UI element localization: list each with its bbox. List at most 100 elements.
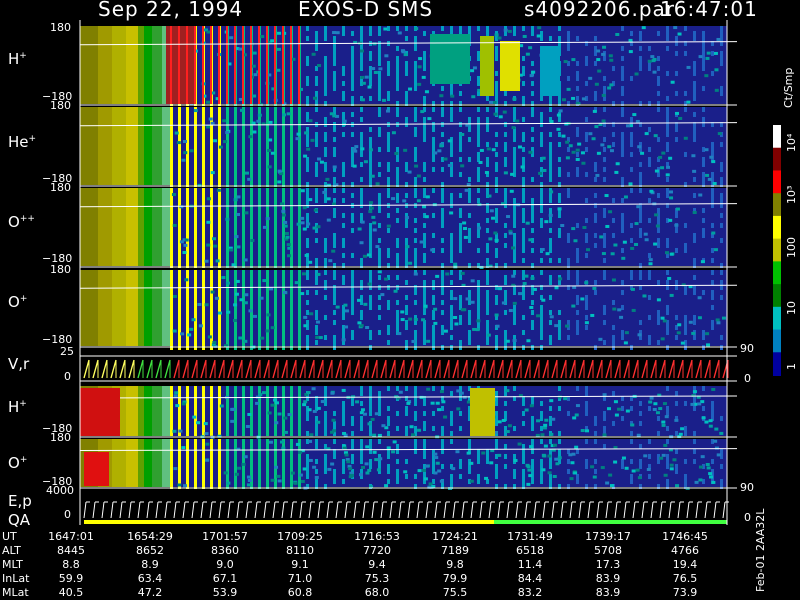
- heat-cell: [495, 56, 498, 61]
- heat-cell: [360, 315, 363, 320]
- heat-cell: [194, 335, 197, 340]
- heat-cell: [526, 339, 531, 343]
- heat-cell: [192, 415, 197, 419]
- heat-cell: [603, 416, 606, 421]
- heat-cell: [585, 429, 590, 433]
- heat-cell: [194, 253, 197, 258]
- heat-cell: [274, 305, 277, 310]
- heat-cell: [630, 31, 633, 36]
- heat-cell: [684, 315, 687, 320]
- heat-cell: [170, 112, 173, 117]
- heat-cell: [213, 139, 218, 143]
- heat-cell: [178, 444, 181, 449]
- heat-cell: [372, 228, 377, 232]
- heat-cell: [290, 228, 293, 233]
- heat-cell: [306, 300, 309, 305]
- heat-cell: [522, 454, 525, 459]
- heat-cell: [630, 137, 633, 142]
- heat-cell: [266, 416, 269, 421]
- band: [80, 26, 98, 104]
- panel-label-h-plus: H+: [8, 50, 27, 68]
- heat-cell: [642, 294, 647, 298]
- heat-cell: [274, 223, 277, 228]
- heat-cell: [513, 238, 516, 243]
- heat-cell: [298, 248, 301, 253]
- heat-cell: [486, 26, 489, 31]
- heat-cell: [172, 223, 177, 227]
- heat-cell: [468, 335, 471, 340]
- heat-cell: [561, 134, 566, 138]
- heat-cell: [258, 198, 261, 203]
- heat-cell: [324, 56, 327, 61]
- heat-cell: [202, 122, 205, 127]
- heat-cell: [360, 117, 363, 122]
- red-streak: [274, 26, 276, 104]
- heat-cell: [680, 341, 685, 345]
- band: [152, 439, 162, 487]
- heat-cell: [378, 147, 381, 152]
- heat-cell: [531, 300, 534, 305]
- heat-cell: [513, 310, 516, 315]
- heat-cell: [194, 198, 197, 203]
- heat-cell: [549, 167, 552, 172]
- heat-cell: [396, 238, 399, 243]
- heat-cell: [702, 86, 705, 91]
- heat-cell: [594, 431, 597, 436]
- heat-cell: [691, 154, 696, 158]
- heat-cell: [702, 233, 705, 238]
- heat-cell: [522, 198, 525, 203]
- heat-cell: [242, 233, 245, 238]
- heat-cell: [206, 125, 211, 129]
- heat-cell: [387, 132, 390, 137]
- heat-cell: [555, 462, 560, 466]
- heat-cell: [298, 228, 301, 233]
- heat-cell: [432, 386, 435, 391]
- heat-cell: [178, 335, 181, 340]
- heat-cell: [205, 458, 210, 462]
- heat-cell: [367, 282, 372, 286]
- heat-cell: [342, 167, 345, 172]
- heat-cell: [549, 107, 552, 112]
- heat-cell: [342, 479, 345, 484]
- heat-cell: [396, 61, 399, 66]
- heat-cell: [639, 31, 642, 36]
- heat-cell: [266, 107, 269, 112]
- heat-cell: [566, 87, 571, 91]
- heat-cell: [258, 421, 261, 426]
- heat-cell: [202, 474, 205, 479]
- heat-cell: [178, 233, 181, 238]
- heat-cell: [549, 258, 552, 263]
- heat-cell: [667, 276, 672, 280]
- heat-cell: [226, 305, 229, 310]
- heat-cell: [477, 172, 480, 177]
- heat-cell: [369, 444, 372, 449]
- heat-cell: [186, 112, 189, 117]
- heat-cell: [225, 217, 230, 221]
- heat-cell: [585, 147, 588, 152]
- heat-cell: [502, 110, 507, 114]
- heat-cell: [708, 419, 713, 423]
- heat-cell: [423, 411, 426, 416]
- o2-red-region: [84, 452, 109, 486]
- heat-cell: [468, 300, 471, 305]
- heat-cell: [437, 469, 442, 473]
- heat-cell: [423, 253, 426, 258]
- heat-cell: [720, 177, 723, 182]
- heat-cell: [621, 416, 624, 421]
- heat-cell: [468, 315, 471, 320]
- heat-cell: [194, 439, 197, 444]
- heat-cell: [178, 479, 181, 484]
- tick-o2-max: 180: [50, 431, 71, 444]
- heat-cell: [210, 107, 213, 112]
- heat-cell: [226, 188, 229, 193]
- heat-cell: [378, 107, 381, 112]
- heat-cell: [378, 223, 381, 228]
- heat-cell: [432, 280, 435, 285]
- heat-cell: [513, 112, 516, 117]
- heat-cell: [669, 467, 674, 471]
- heat-cell: [468, 330, 471, 335]
- heat-cell: [250, 152, 253, 157]
- heat-cell: [210, 243, 213, 248]
- heat-cell: [646, 467, 651, 471]
- heat-cell: [282, 474, 285, 479]
